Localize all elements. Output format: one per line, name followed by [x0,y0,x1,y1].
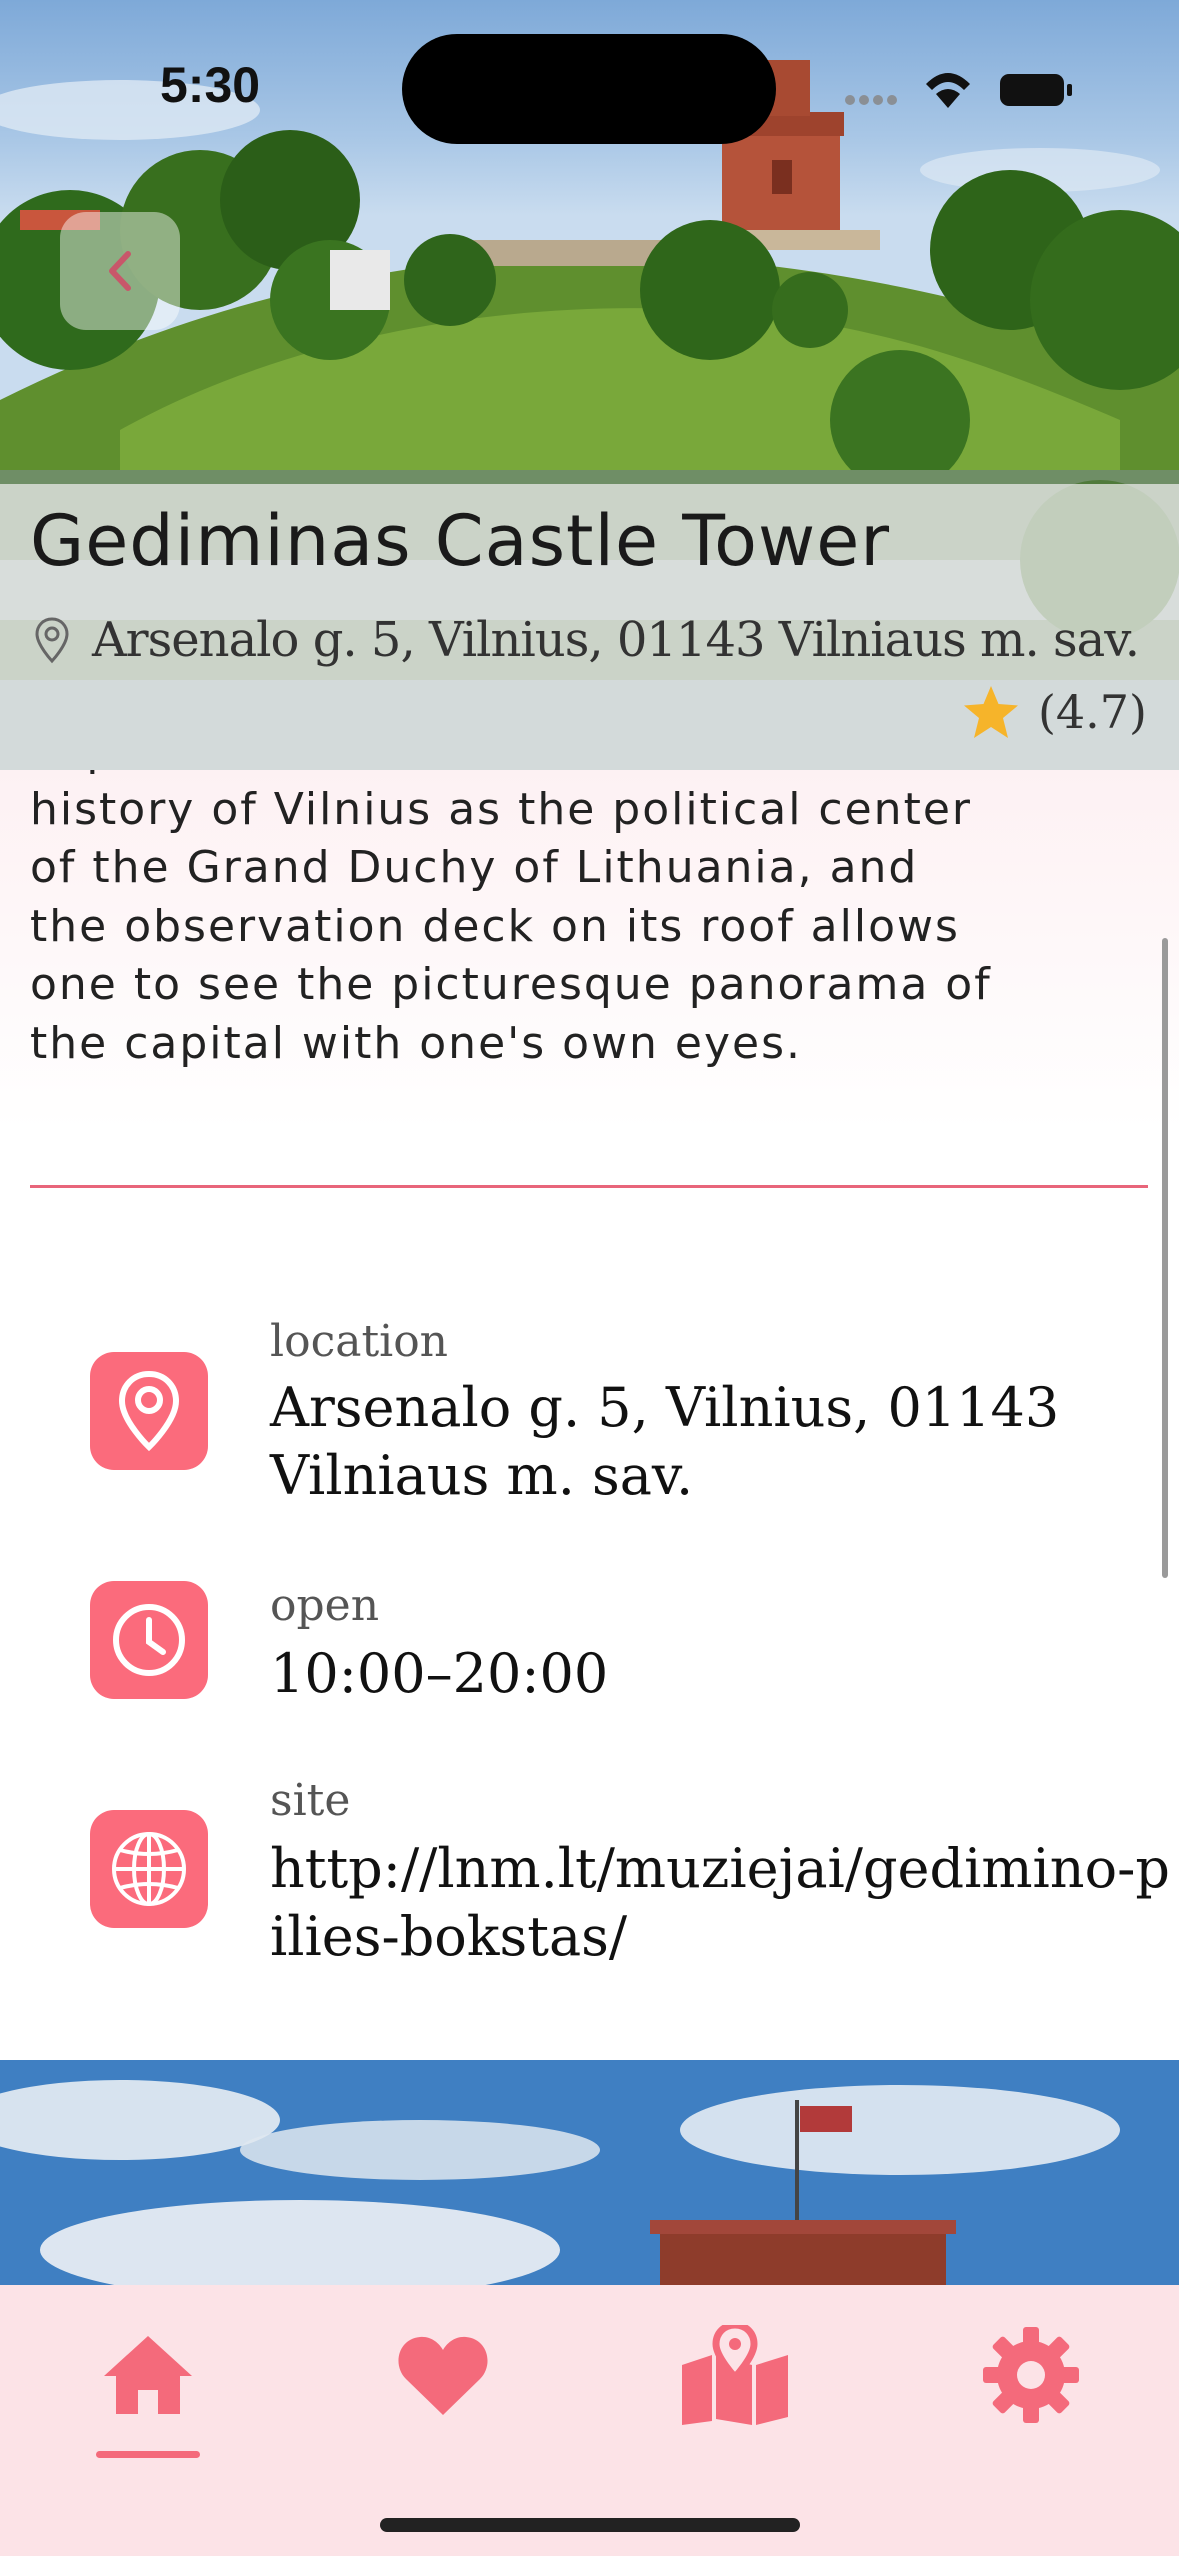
rating-value: (4.7) [1037,685,1147,739]
tab-favorites[interactable] [388,2320,498,2430]
map-pin-icon [118,1370,180,1452]
hours-icon-badge [90,1581,208,1699]
description-line: history of Vilnius as the political cent… [30,783,972,835]
open-label: open [270,1580,380,1631]
address-row: Arsenalo g. 5, Vilnius, 01143 Vilniaus m… [34,612,1140,668]
description-section: exposition introduces the visitor to the… [0,770,1179,1130]
active-tab-indicator [96,2451,200,2458]
map-icon [682,2325,788,2425]
gear-icon [983,2327,1079,2423]
globe-icon [112,1832,186,1906]
status-icons [845,73,1072,108]
address-text: Arsenalo g. 5, Vilnius, 01143 Vilniaus m… [92,612,1140,668]
location-label: location [270,1316,449,1367]
description-line: one to see the picturesque panorama of [30,959,992,1010]
page-title: Gediminas Castle Tower [30,500,891,582]
description-line: the observation deck on its roof allows [30,900,960,952]
clock-icon [113,1604,185,1676]
rating: (4.7) [962,684,1147,740]
site-link[interactable]: http://lnm.lt/muziejai/gedimino-pilies-b… [270,1835,1170,1971]
site-label: site [270,1775,351,1826]
tower-photo [0,2060,1179,2290]
chevron-left-icon [109,251,131,291]
site-icon-badge [90,1810,208,1928]
description-text: exposition introduces the visitor to the… [30,770,1155,1073]
description-line: exposition introduces the visitor to the [30,770,1155,781]
tab-map[interactable] [680,2320,790,2430]
location-icon-badge [90,1352,208,1470]
back-button[interactable] [60,212,180,330]
tab-home[interactable] [93,2320,203,2430]
home-indicator[interactable] [380,2518,800,2532]
map-pin-outline-icon [35,617,69,664]
tower-sky-image [0,2060,1179,2290]
star-icon [963,686,1018,738]
dynamic-island [402,34,776,144]
battery-icon [1000,74,1072,106]
section-divider [30,1185,1148,1188]
description-line: of the Grand Duchy of Lithuania, and [30,842,919,893]
status-time: 5:30 [160,57,261,113]
heart-icon [398,2336,488,2415]
open-hours-value: 10:00–20:00 [270,1642,609,1705]
description-line: the capital with one's own eyes. [30,1017,803,1069]
tab-settings[interactable] [976,2320,1086,2430]
wifi-icon [926,73,970,108]
location-value[interactable]: Arsenalo g. 5, Vilnius, 01143 Vilniaus m… [270,1374,1179,1510]
home-icon [104,2336,192,2414]
cellular-signal-icon [845,95,897,105]
